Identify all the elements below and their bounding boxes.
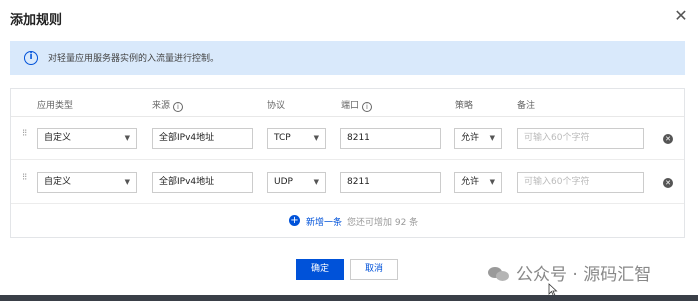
drag-handle-icon[interactable]: ⁝⁝ bbox=[22, 173, 28, 188]
header-port: 端口 i bbox=[341, 98, 373, 112]
port-field[interactable]: 8211 bbox=[340, 172, 441, 193]
add-icon[interactable]: + bbox=[289, 215, 300, 226]
add-rule-row: + 新增一条 您还可增加 92 条 bbox=[11, 205, 684, 237]
policy-value: 允许 bbox=[461, 133, 480, 143]
chevron-down-icon: ▼ bbox=[124, 178, 130, 186]
policy-value: 允许 bbox=[461, 177, 480, 187]
help-icon[interactable]: i bbox=[362, 102, 373, 112]
header-source-label: 来源 bbox=[152, 101, 171, 111]
info-icon: i bbox=[24, 51, 38, 65]
notice-text: 对轻量应用服务器实例的入流量进行控制。 bbox=[48, 54, 220, 64]
protocol-select[interactable]: TCP ▼ bbox=[267, 128, 326, 149]
chevron-down-icon: ▼ bbox=[124, 134, 130, 142]
watermark-text: 公众号 · 源码汇智 bbox=[516, 265, 652, 285]
drag-handle-icon[interactable]: ⁝⁝ bbox=[22, 129, 28, 144]
remove-row-icon[interactable]: ✕ bbox=[663, 134, 673, 144]
cancel-button[interactable]: 取消 bbox=[350, 259, 398, 280]
close-icon[interactable]: ✕ bbox=[673, 8, 689, 24]
chevron-down-icon: ▼ bbox=[489, 178, 495, 186]
app-type-value: 自定义 bbox=[44, 133, 72, 143]
remove-row-icon[interactable]: ✕ bbox=[663, 178, 673, 188]
table-row: ⁝⁝ 自定义 ▼ 全部IPv4地址 TCP ▼ 8211 允许 ▼ 可输入60个字符 … bbox=[11, 117, 684, 160]
protocol-value: TCP bbox=[274, 133, 291, 143]
header-policy: 策略 bbox=[455, 101, 474, 111]
header-source: 来源 i bbox=[152, 98, 184, 112]
source-field[interactable]: 全部IPv4地址 bbox=[152, 172, 253, 193]
app-type-value: 自定义 bbox=[44, 177, 72, 187]
info-notice: i 对轻量应用服务器实例的入流量进行控制。 bbox=[10, 41, 685, 75]
remaining-count-hint: 您还可增加 92 条 bbox=[347, 218, 419, 228]
header-remark: 备注 bbox=[517, 101, 536, 111]
add-rule-link[interactable]: 新增一条 bbox=[306, 215, 342, 228]
remark-field[interactable]: 可输入60个字符 bbox=[517, 172, 644, 193]
confirm-button[interactable]: 确定 bbox=[296, 259, 344, 280]
chevron-down-icon: ▼ bbox=[313, 178, 319, 186]
chevron-down-icon: ▼ bbox=[313, 134, 319, 142]
remark-field[interactable]: 可输入60个字符 bbox=[517, 128, 644, 149]
help-icon[interactable]: i bbox=[173, 102, 184, 112]
taskbar-strip bbox=[0, 295, 698, 301]
policy-select[interactable]: 允许 ▼ bbox=[454, 128, 502, 149]
header-port-label: 端口 bbox=[341, 101, 360, 111]
app-type-select[interactable]: 自定义 ▼ bbox=[37, 172, 137, 193]
source-field[interactable]: 全部IPv4地址 bbox=[152, 128, 253, 149]
protocol-value: UDP bbox=[274, 177, 293, 187]
policy-select[interactable]: 允许 ▼ bbox=[454, 172, 502, 193]
wechat-logo-icon bbox=[488, 265, 510, 283]
dialog-title: 添加规则 bbox=[10, 13, 63, 28]
app-type-select[interactable]: 自定义 ▼ bbox=[37, 128, 137, 149]
port-field[interactable]: 8211 bbox=[340, 128, 441, 149]
rules-table: 应用类型 来源 i 协议 端口 i 策略 备注 ⁝⁝ 自定义 ▼ 全部IPv4地址 T… bbox=[10, 88, 685, 238]
protocol-select[interactable]: UDP ▼ bbox=[267, 172, 326, 193]
header-protocol: 协议 bbox=[267, 101, 286, 111]
add-rule-dialog: 添加规则 ✕ i 对轻量应用服务器实例的入流量进行控制。 应用类型 来源 i 协议… bbox=[0, 0, 698, 297]
header-app-type: 应用类型 bbox=[37, 101, 74, 111]
table-row: ⁝⁝ 自定义 ▼ 全部IPv4地址 UDP ▼ 8211 允许 ▼ 可输入60个字符 … bbox=[11, 161, 684, 204]
watermark: 公众号 · 源码汇智 bbox=[488, 260, 652, 285]
chevron-down-icon: ▼ bbox=[489, 134, 495, 142]
